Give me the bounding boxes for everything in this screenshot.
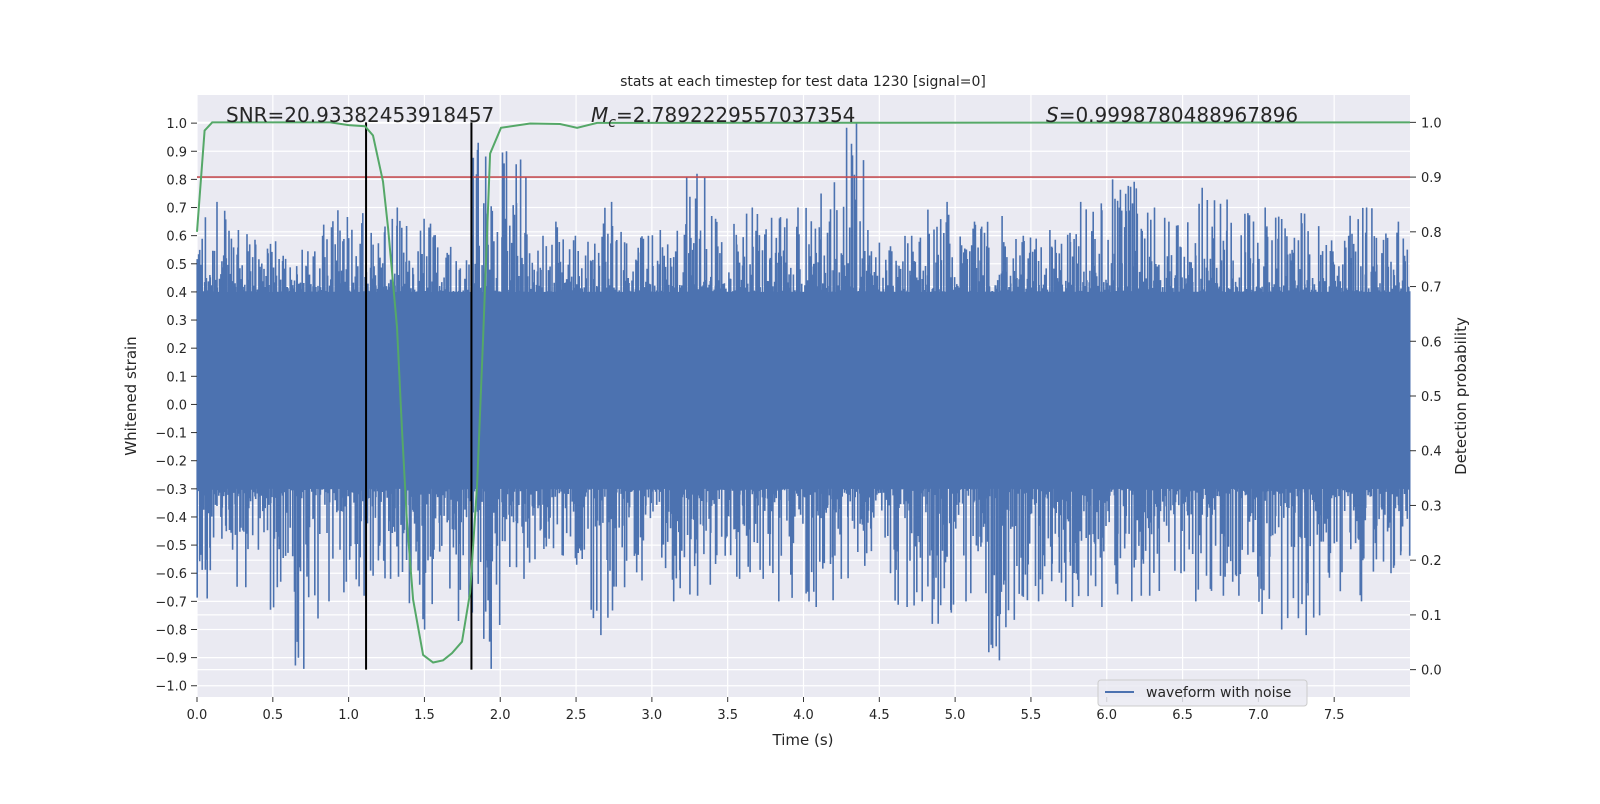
right-tick-label: 0.7 [1421,281,1442,296]
x-tick-label: 7.0 [1248,708,1269,723]
left-tick-label: −0.7 [155,595,187,610]
x-tick-label: 0.0 [187,708,208,723]
x-tick-label: 2.5 [566,708,587,723]
x-tick-label: 4.5 [869,708,890,723]
left-tick-label: −0.3 [155,483,187,498]
x-tick-label: 3.5 [717,708,738,723]
left-tick-label: 0.7 [166,202,187,217]
x-tick-label: 4.0 [793,708,814,723]
x-tick-label: 5.5 [1021,708,1042,723]
right-tick-label: 0.3 [1421,499,1442,514]
left-tick-label: 0.5 [166,258,187,273]
right-tick-label: 0.4 [1421,445,1442,460]
right-tick-label: 0.2 [1421,554,1442,569]
x-tick-label: 1.0 [338,708,359,723]
x-axis-label: Time (s) [772,731,834,749]
left-tick-label: −0.4 [155,511,187,526]
x-tick-label: 2.0 [490,708,511,723]
left-tick-label: 0.6 [166,230,187,245]
left-tick-label: 0.3 [166,314,187,329]
chart: 0.0 0.5 1.0 1.5 2.0 2.5 3.0 3.5 4.0 4.5 5.0 5.5 6.0 6… [122,74,1470,749]
left-tick-label: 0.1 [166,370,187,385]
right-tick-label: 1.0 [1421,116,1442,131]
x-tick-label: 3.0 [642,708,663,723]
x-tick-label: 1.5 [414,708,435,723]
x-tick-label: 5.0 [945,708,966,723]
right-tick-label: 0.8 [1421,226,1442,241]
right-tick-label: 0.5 [1421,390,1442,405]
right-axis-ticks: 0.0 0.1 0.2 0.3 0.4 0.5 0.6 0.7 0.8 0.9 1.0 [1410,116,1442,679]
left-tick-label: −0.9 [155,652,187,667]
right-tick-label: 0.0 [1421,664,1442,679]
legend-label: waveform with noise [1146,685,1291,701]
left-tick-label: −0.6 [155,567,187,582]
left-axis-ticks: −1.0 −0.9 −0.8 −0.7 −0.6 −0.5 −0.4 −0.3 −0.2 −0.1… [155,117,197,695]
x-tick-label: 0.5 [262,708,283,723]
left-axis-label: Whitened strain [122,336,140,455]
left-tick-label: −1.0 [155,680,187,695]
chirp-mass-annotation: Mc=2.7892229557037354 [591,103,855,131]
x-tick-label: 6.0 [1096,708,1117,723]
right-tick-label: 0.6 [1421,335,1442,350]
left-tick-label: 0.8 [166,173,187,188]
left-tick-label: 0.0 [166,398,187,413]
x-tick-label: 6.5 [1172,708,1193,723]
left-tick-label: 1.0 [166,117,187,132]
left-tick-label: −0.1 [155,427,187,442]
snr-annotation: SNR=20.93382453918457 [226,103,494,127]
left-tick-label: −0.5 [155,539,187,554]
right-tick-label: 0.1 [1421,609,1442,624]
left-tick-label: 0.9 [166,145,187,160]
left-tick-label: 0.2 [166,342,187,357]
left-tick-label: −0.2 [155,455,187,470]
left-tick-label: −0.8 [155,623,187,638]
x-tick-label: 7.5 [1324,708,1345,723]
s-annotation: S=0.9998780488967896 [1046,103,1298,127]
right-tick-label: 0.9 [1421,171,1442,186]
left-tick-label: 0.4 [166,286,187,301]
chart-title: stats at each timestep for test data 123… [620,74,986,90]
legend: waveform with noise [1097,679,1308,707]
right-axis-label: Detection probability [1452,317,1470,475]
